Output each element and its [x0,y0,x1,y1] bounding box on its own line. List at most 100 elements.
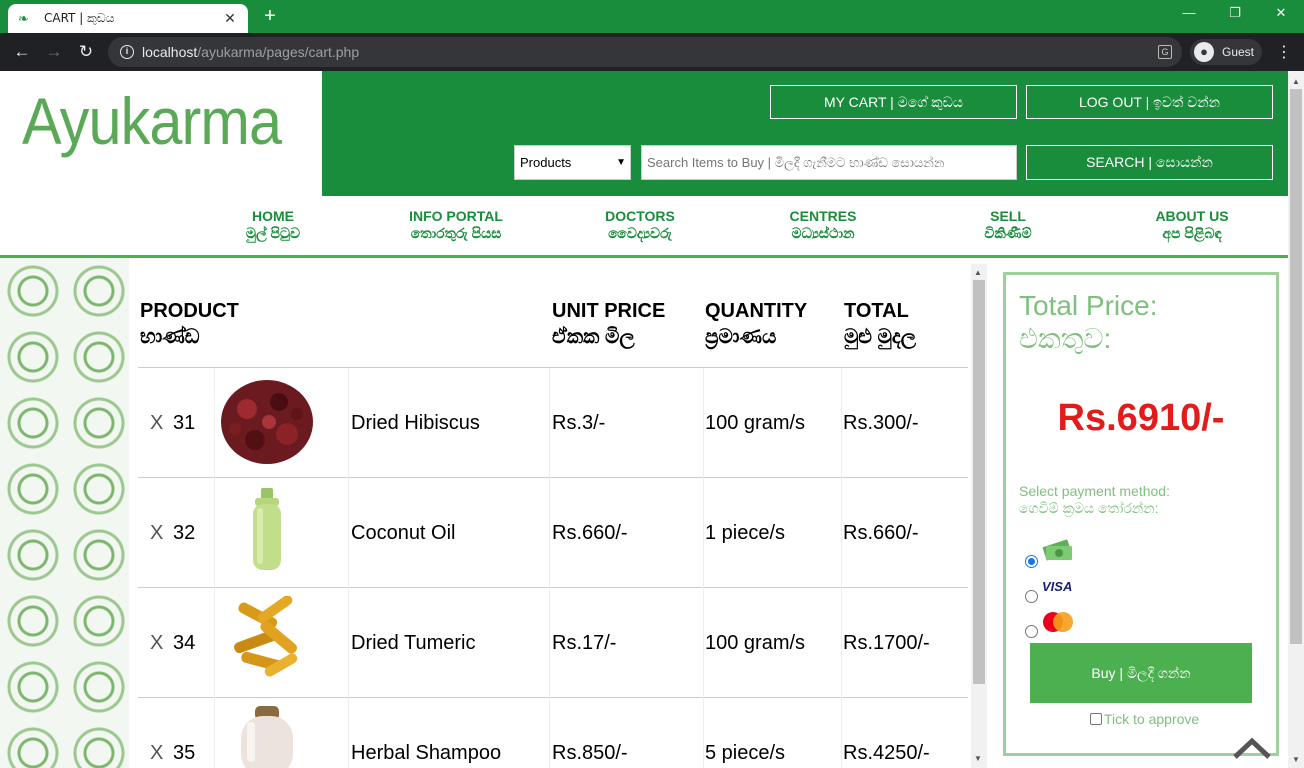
page-scrollbar[interactable]: ▲ ▼ [1288,71,1304,768]
total-title-si: එකතුව: [1019,323,1112,354]
logo-area: Ayukarma [0,71,322,196]
site-logo[interactable]: Ayukarma [22,83,282,159]
shampoo-image [241,706,293,768]
turmeric-image [234,596,298,677]
more-menu-icon[interactable]: ⋮ [1276,42,1292,62]
buy-button[interactable]: Buy | මිලදී ගන්න [1030,643,1252,703]
payment-cash-radio[interactable] [1025,555,1038,568]
item-unit-price: Rs.17/- [552,632,617,654]
nav-label-si: මුල් පිටුව [245,225,301,241]
header-product-en: PRODUCT [140,300,239,322]
remove-item-button[interactable]: X [150,522,163,545]
visa-icon: VISA [1042,579,1073,594]
column-divider [348,368,349,768]
minimize-icon[interactable]: — [1178,5,1200,20]
payment-label: Select payment method: ගෙවීම් ක්‍රමය තෝර… [1019,483,1170,517]
cart-leaf-icon: ❧ [18,10,29,26]
header-product: PRODUCT භාණ්ඩ [140,298,239,350]
category-select[interactable]: Products ▼ [514,145,631,180]
item-total: Rs.1700/- [843,632,930,654]
chevron-up-icon[interactable] [1232,736,1272,760]
browser-tab[interactable]: ❧ CART | කුඩය ✕ [8,4,248,33]
payment-mastercard-radio[interactable] [1025,625,1038,638]
approve-checkbox-row[interactable]: Tick to approve [1090,711,1199,727]
translate-icon[interactable]: G [1158,45,1172,59]
nav-label-si: මධ්‍යස්ථාන [791,225,855,241]
arrow-right-icon[interactable]: → [44,42,64,62]
column-divider [549,368,550,768]
scrollbar-thumb[interactable] [1290,89,1302,644]
nav-label-en: INFO PORTAL [409,208,503,224]
nav-info-portal[interactable]: INFO PORTAL තොරතුරු පියස [376,208,536,242]
item-total: Rs.300/- [843,412,919,434]
remove-item-button[interactable]: X [150,742,163,765]
mastercard-icon [1043,612,1073,632]
item-quantity: 1 piece/s [705,522,786,544]
nav-about-us[interactable]: ABOUT US අප පිළිබඳ [1112,208,1272,242]
logout-button[interactable]: LOG OUT | ඉවත් වන්න [1026,85,1273,119]
scrollbar-thumb[interactable] [973,280,985,684]
search-input[interactable]: Search Items to Buy | මිලදී ගැනීමට භාණ්ඩ… [641,145,1017,180]
url-input[interactable]: i localhost/ayukarma/pages/cart.php G [108,37,1182,67]
search-button[interactable]: SEARCH | සොයන්න [1026,145,1273,180]
item-quantity: 100 gram/s [705,412,806,434]
nav-label-si: තොරතුරු පියස [410,225,502,241]
total-title-en: Total Price: [1019,290,1158,321]
item-name: Dried Hibiscus [351,412,480,434]
remove-item-button[interactable]: X [150,632,163,655]
payment-label-si: ගෙවීම් ක්‍රමය තෝරන්න: [1019,500,1159,516]
reload-icon[interactable]: ↻ [76,42,96,62]
nav-centres[interactable]: CENTRES මධ්‍යස්ථාන [743,208,903,242]
row-divider [138,367,968,368]
approve-checkbox[interactable] [1090,713,1102,725]
nav-home[interactable]: HOME මුල් පිටුව [193,208,353,242]
profile-label: Guest [1222,45,1255,59]
item-unit-price: Rs.660/- [552,522,628,544]
my-cart-button[interactable]: MY CART | මගේ කුඩය [770,85,1017,119]
approve-label: Tick to approve [1104,711,1200,727]
item-id: 35 [173,742,196,764]
profile-button[interactable]: ● Guest [1190,39,1262,65]
row-divider [138,697,968,698]
scroll-down-icon[interactable]: ▼ [1292,755,1300,764]
header-quantity: QUANTITY ප්‍රමාණය [705,298,807,350]
cart-scrollbar[interactable]: ▲ ▼ [971,264,987,768]
cash-icon [1042,539,1072,561]
decorative-pattern [0,258,129,768]
tab-title: CART | කුඩය [44,11,115,25]
scroll-up-icon[interactable]: ▲ [974,268,982,277]
url-host: localhost [142,44,198,60]
payment-label-en: Select payment method: [1019,483,1170,499]
main-nav: HOME මුල් පිටුව INFO PORTAL තොරතුරු පියස D… [0,196,1288,258]
nav-doctors[interactable]: DOCTORS වෛද්‍යවරු [560,208,720,242]
header-total-en: TOTAL [844,300,909,322]
item-name: Herbal Shampoo [351,742,502,764]
url-path: /ayukarma/pages/cart.php [197,44,360,60]
nav-label-en: CENTRES [789,208,857,224]
info-icon[interactable]: i [120,45,134,59]
row-divider [138,477,968,478]
scroll-down-icon[interactable]: ▼ [974,754,982,763]
restore-icon[interactable]: ❐ [1224,5,1246,21]
column-divider [214,368,215,768]
item-name: Coconut Oil [351,522,456,544]
item-total: Rs.4250/- [843,742,930,764]
hibiscus-image [221,380,313,464]
new-tab-button[interactable]: + [258,6,282,28]
column-divider [841,368,842,768]
arrow-left-icon[interactable]: ← [12,42,32,62]
remove-item-button[interactable]: X [150,412,163,435]
chevron-down-icon: ▼ [616,157,626,168]
item-quantity: 100 gram/s [705,632,806,654]
item-quantity: 5 piece/s [705,742,786,764]
nav-label-en: HOME [252,208,294,224]
nav-sell[interactable]: SELL විකිණීම් [928,208,1088,242]
total-title: Total Price: එකතුව: [1019,289,1158,355]
payment-visa-radio[interactable] [1025,590,1038,603]
nav-label-en: DOCTORS [605,208,675,224]
item-id: 32 [173,522,196,544]
close-window-icon[interactable]: ✕ [1270,5,1292,21]
close-tab-icon[interactable]: ✕ [222,10,238,27]
scroll-up-icon[interactable]: ▲ [1292,77,1300,86]
browser-tab-bar: ❧ CART | කුඩය ✕ + — ❐ ✕ [0,0,1304,33]
